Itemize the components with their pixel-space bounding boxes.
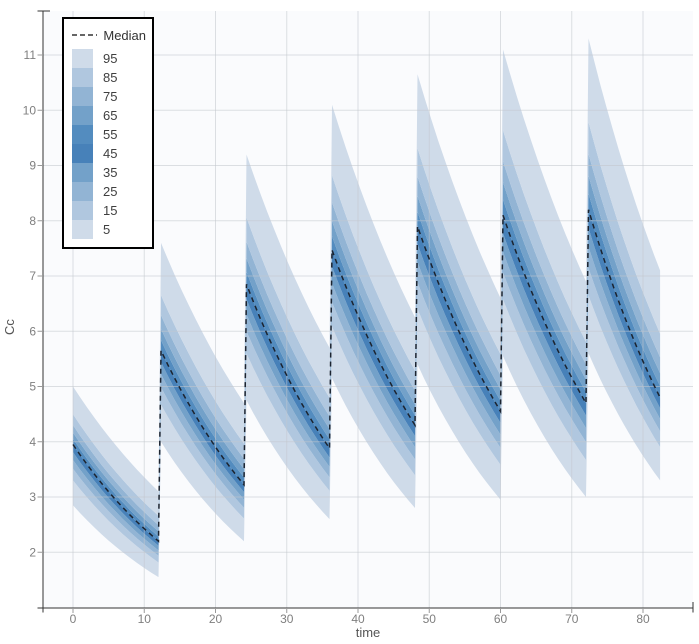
legend-entry-45[interactable]: 45 — [72, 144, 146, 163]
legend-entry-15[interactable]: 15 — [72, 201, 146, 220]
legend-swatch-15 — [72, 201, 93, 220]
legend-median-entry[interactable]: Median — [72, 25, 146, 45]
x-tick-label-60: 60 — [494, 612, 508, 626]
legend-entry-65[interactable]: 65 — [72, 106, 146, 125]
y-axis-title: Cc — [2, 319, 17, 335]
legend-label-85: 85 — [103, 70, 117, 85]
legend-swatch-75 — [72, 87, 93, 106]
legend-swatch-5 — [72, 220, 93, 239]
legend-swatch-85 — [72, 68, 93, 87]
legend-swatch-35 — [72, 163, 93, 182]
legend-swatch-65 — [72, 106, 93, 125]
y-tick-label-10: 10 — [23, 103, 37, 117]
x-tick-label-20: 20 — [209, 612, 223, 626]
y-tick-label-7: 7 — [29, 269, 36, 283]
x-axis-title: time — [356, 625, 381, 640]
legend-label-55: 55 — [103, 127, 117, 142]
x-tick-label-10: 10 — [138, 612, 152, 626]
y-tick-label-4: 4 — [29, 435, 36, 449]
legend-label-75: 75 — [103, 89, 117, 104]
legend-label-25: 25 — [103, 184, 117, 199]
y-tick-label-5: 5 — [29, 380, 36, 394]
legend-label-45: 45 — [103, 146, 117, 161]
y-tick-label-2: 2 — [29, 545, 36, 559]
legend-label-5: 5 — [103, 222, 110, 237]
y-tick-label-11: 11 — [24, 48, 37, 62]
x-tick-label-40: 40 — [351, 612, 365, 626]
legend-entry-5[interactable]: 5 — [72, 220, 146, 239]
legend-rows: 95 85 75 65 55 45 35 25 15 5 — [72, 49, 146, 239]
chart-container: 23456789101101020304050607080 time Cc Me… — [0, 0, 699, 644]
legend-entry-25[interactable]: 25 — [72, 182, 146, 201]
legend-entry-35[interactable]: 35 — [72, 163, 146, 182]
median-dash-icon — [72, 33, 97, 37]
legend-swatch-45 — [72, 144, 93, 163]
x-tick-label-30: 30 — [280, 612, 294, 626]
legend-entry-55[interactable]: 55 — [72, 125, 146, 144]
legend-entry-95[interactable]: 95 — [72, 49, 146, 68]
y-tick-label-8: 8 — [29, 214, 36, 228]
y-tick-label-3: 3 — [29, 490, 36, 504]
legend-label-95: 95 — [103, 51, 117, 66]
x-tick-label-0: 0 — [70, 612, 77, 626]
legend-swatch-55 — [72, 125, 93, 144]
x-tick-label-80: 80 — [636, 612, 650, 626]
legend-label-15: 15 — [103, 203, 117, 218]
legend-median-label: Median — [103, 28, 146, 43]
legend-label-65: 65 — [103, 108, 117, 123]
legend-swatch-25 — [72, 182, 93, 201]
y-tick-label-9: 9 — [29, 159, 36, 173]
y-tick-label-6: 6 — [29, 324, 36, 338]
legend-entry-75[interactable]: 75 — [72, 87, 146, 106]
x-tick-label-70: 70 — [565, 612, 579, 626]
legend[interactable]: Median 95 85 75 65 55 45 35 25 15 5 — [62, 17, 154, 249]
x-tick-label-50: 50 — [423, 612, 437, 626]
legend-swatch-95 — [72, 49, 93, 68]
legend-entry-85[interactable]: 85 — [72, 68, 146, 87]
legend-label-35: 35 — [103, 165, 117, 180]
